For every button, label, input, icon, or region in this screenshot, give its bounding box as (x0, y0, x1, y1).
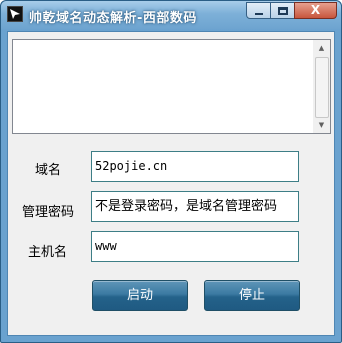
stop-button[interactable]: 停止 (204, 280, 300, 311)
maximize-icon (278, 7, 288, 15)
password-input[interactable]: 不是登录密码，是域名管理密码 (91, 191, 299, 222)
hostname-label: 主机名 (28, 245, 68, 260)
log-scrollbar[interactable]: ▲ ▼ (313, 40, 330, 133)
close-icon: X (310, 3, 321, 17)
title-bar[interactable]: 帅乾域名动态解析-西部数码 X (1, 1, 341, 29)
start-button[interactable]: 启动 (92, 280, 188, 311)
close-button[interactable]: X (294, 2, 337, 19)
window-controls: X (246, 2, 337, 19)
scroll-up-arrow-icon[interactable]: ▲ (313, 40, 330, 56)
app-window: 帅乾域名动态解析-西部数码 X ▲ ▼ 域名 52pojie.cn 管理密码 不… (0, 0, 342, 343)
log-textarea[interactable]: ▲ ▼ (12, 39, 331, 134)
app-icon (7, 6, 23, 22)
minimize-button[interactable] (246, 2, 271, 19)
maximize-button[interactable] (270, 2, 295, 19)
client-area: ▲ ▼ 域名 52pojie.cn 管理密码 不是登录密码，是域名管理密码 主机… (7, 31, 335, 336)
scroll-down-arrow-icon[interactable]: ▼ (313, 117, 330, 133)
scroll-thumb[interactable] (315, 57, 329, 118)
password-label: 管理密码 (22, 205, 75, 220)
domain-label: 域名 (35, 163, 62, 178)
domain-input[interactable]: 52pojie.cn (91, 151, 299, 182)
hostname-input[interactable]: www (91, 231, 299, 262)
window-title: 帅乾域名动态解析-西部数码 (29, 11, 197, 26)
minimize-icon (255, 13, 263, 15)
